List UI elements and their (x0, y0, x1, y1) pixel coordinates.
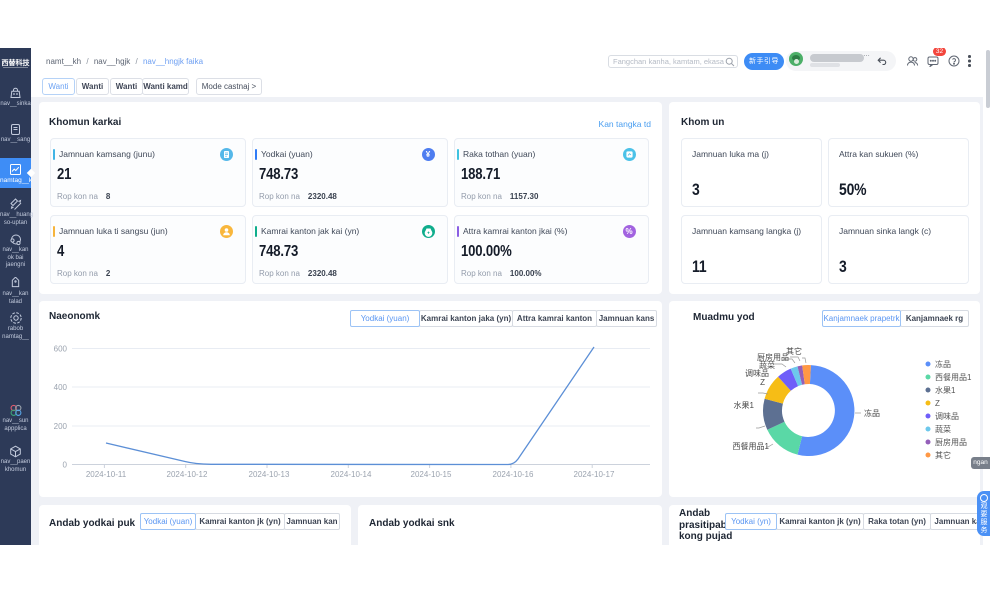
svg-text:400: 400 (54, 383, 68, 392)
svg-text:2024-10-13: 2024-10-13 (249, 470, 290, 479)
svg-text:200: 200 (54, 422, 68, 431)
svg-text:Z: Z (760, 378, 765, 387)
svg-text:调味品: 调味品 (745, 368, 769, 378)
svg-text:西餐用品1: 西餐用品1 (935, 373, 972, 382)
svg-text:冻品: 冻品 (864, 408, 880, 418)
svg-text:0: 0 (63, 461, 68, 470)
svg-text:600: 600 (54, 345, 68, 354)
svg-text:西餐用品1: 西餐用品1 (733, 442, 770, 451)
svg-text:水果1: 水果1 (935, 385, 956, 395)
svg-text:2024-10-17: 2024-10-17 (574, 470, 615, 479)
svg-text:2024-10-14: 2024-10-14 (331, 470, 372, 479)
svg-text:2024-10-12: 2024-10-12 (167, 470, 208, 479)
svg-text:蔬菜: 蔬菜 (935, 424, 951, 434)
svg-text:其它: 其它 (935, 450, 951, 460)
svg-text:水果1: 水果1 (734, 400, 755, 410)
svg-text:调味品: 调味品 (935, 411, 959, 421)
svg-text:2024-10-11: 2024-10-11 (86, 470, 127, 479)
svg-text:Z: Z (935, 399, 940, 408)
svg-text:冻品: 冻品 (935, 359, 951, 369)
svg-text:2024-10-16: 2024-10-16 (493, 470, 534, 479)
svg-text:2024-10-15: 2024-10-15 (411, 470, 452, 479)
svg-text:厨房用品: 厨房用品 (935, 437, 967, 447)
